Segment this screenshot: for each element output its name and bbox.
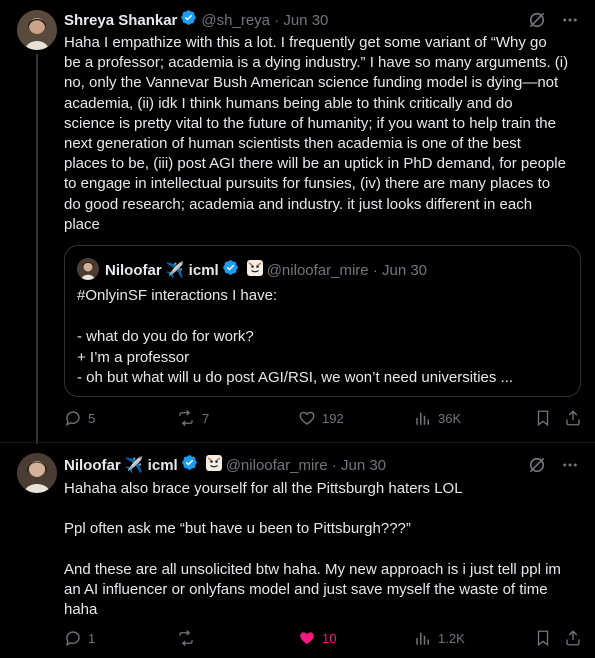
thread-line [36,54,38,444]
reply-button[interactable]: 5 [64,408,95,428]
share-button[interactable] [564,408,582,428]
repost-icon [176,409,196,427]
author-name[interactable]: Shreya Shankar [64,11,177,31]
views-icon [414,629,432,647]
like-count: 192 [322,410,344,426]
grok-icon[interactable] [527,10,547,35]
quoted-header: Niloofar ✈️ icml @niloofar_mire · Jun 30 [105,259,427,282]
reply-count: 5 [88,410,96,426]
separator-dot: · [270,11,284,29]
tweet-header: Niloofar ✈️ icml @niloofar_mire · Jun 30 [64,454,386,477]
tweet-top-actions [527,455,579,480]
like-button[interactable]: 10 [298,628,336,648]
views-count: 36K [438,410,462,426]
share-icon [564,409,582,427]
bookmark-icon [534,629,552,647]
bookmark-button[interactable] [534,628,552,648]
affiliate-badge-icon [246,259,263,282]
verified-badge-icon [181,454,198,477]
repost-button[interactable] [176,628,202,648]
tweet-date[interactable]: Jun 30 [341,456,386,476]
tweet-actions: 5 7 192 36K [64,408,584,432]
like-button[interactable]: 192 [298,408,344,428]
tweet-text: Hahaha also brace yourself for all the P… [64,480,561,619]
like-icon [298,409,316,427]
quoted-text: #OnlyinSF interactions I have: - what do… [77,287,514,387]
reply-icon [64,629,82,647]
repost-icon [176,629,196,647]
author-handle[interactable]: @niloofar_mire [226,456,328,476]
separator-dot: · [327,456,341,474]
quoted-date[interactable]: Jun 30 [382,261,427,281]
bookmark-icon [534,409,552,427]
repost-button[interactable]: 7 [176,408,209,428]
reply-button[interactable]: 1 [64,628,95,648]
tweet-niloofar[interactable]: Niloofar ✈️ icml @niloofar_mire · Jun 30… [0,442,595,658]
share-icon [564,629,582,647]
separator-dot: · [368,261,382,279]
tweet-text: Haha I empathize with this a lot. I freq… [64,34,569,233]
views-button[interactable]: 1.2K [414,628,465,648]
like-icon [298,629,316,647]
avatar-niloofar[interactable] [17,453,57,493]
tweet-date[interactable]: Jun 30 [283,11,328,31]
quoted-author-handle[interactable]: @niloofar_mire [267,261,369,281]
author-handle[interactable]: @sh_reya [201,11,270,31]
author-name[interactable]: Niloofar ✈️ icml [64,456,178,476]
views-button[interactable]: 36K [414,408,461,428]
affiliate-badge-icon [205,454,222,477]
views-icon [414,409,432,427]
verified-badge-icon [222,259,239,282]
tweet-actions: 1 10 1.2K [64,628,584,652]
quoted-author-name[interactable]: Niloofar ✈️ icml [105,261,219,281]
tweet-header: Shreya Shankar @sh_reya · Jun 30 [64,9,328,32]
bookmark-button[interactable] [534,408,552,428]
tweet-shreya[interactable]: Shreya Shankar @sh_reya · Jun 30 Haha I … [0,0,595,444]
views-count: 1.2K [438,630,465,646]
avatar-shreya[interactable] [17,10,57,50]
like-count: 10 [322,630,337,646]
more-icon[interactable] [561,11,579,34]
reply-icon [64,409,82,427]
tweet-top-actions [527,10,579,35]
quoted-tweet[interactable]: Niloofar ✈️ icml @niloofar_mire · Jun 30… [64,245,581,397]
share-button[interactable] [564,628,582,648]
more-icon[interactable] [561,456,579,479]
avatar-niloofar[interactable] [77,258,99,280]
reply-count: 1 [88,630,96,646]
repost-count: 7 [202,410,210,426]
grok-icon[interactable] [527,455,547,480]
verified-badge-icon [180,9,197,32]
